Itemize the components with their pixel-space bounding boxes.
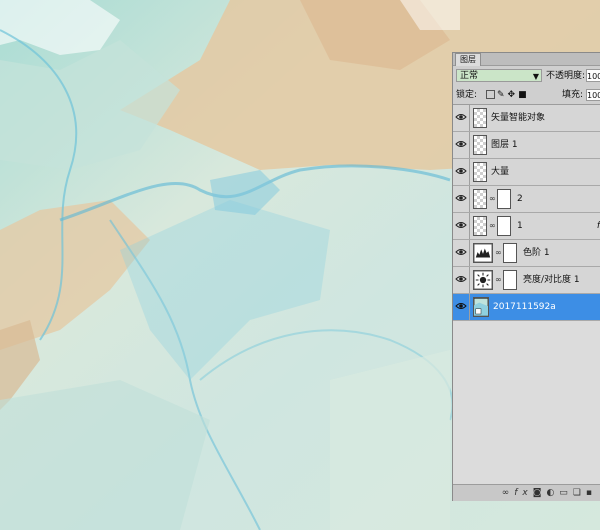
separator xyxy=(469,267,470,293)
eye-icon[interactable] xyxy=(455,138,467,150)
layer-name: 2017111592a xyxy=(493,302,556,312)
layer-name: 图层 1 xyxy=(491,140,518,150)
separator xyxy=(469,213,470,239)
layer-name: 亮度/对比度 1 xyxy=(523,275,580,285)
opacity-label: 不透明度: xyxy=(546,71,586,81)
lock-all-icon[interactable]: ■ xyxy=(518,90,530,100)
mask-thumbnail xyxy=(503,243,517,263)
folder-icon[interactable]: ▭ xyxy=(559,488,573,498)
layer-row[interactable]: ∞ 色阶 1 xyxy=(453,240,600,267)
mask-thumbnail xyxy=(497,216,511,236)
lock-paint-icon[interactable]: ✎ xyxy=(497,90,508,100)
separator xyxy=(469,240,470,266)
chain-link-icon[interactable]: ∞ xyxy=(489,194,496,203)
dropdown-arrow-icon: ▼ xyxy=(532,72,539,81)
layer-thumbnail xyxy=(473,135,487,155)
layers-panel: 图层 正常 ▼ 不透明度: 100% 锁定: ✎✥■ 填充: 100% 矢量智能… xyxy=(452,52,600,501)
smart-object-thumbnail xyxy=(473,108,487,128)
mask-thumbnail xyxy=(503,270,517,290)
blend-mode-value: 正常 xyxy=(460,71,479,81)
tab-layers[interactable]: 图层 xyxy=(455,53,481,66)
eye-icon[interactable] xyxy=(455,300,467,312)
layer-thumbnail xyxy=(473,189,487,209)
opacity-input[interactable]: 100% xyxy=(586,69,600,82)
new-layer-icon[interactable]: ❏ xyxy=(573,488,586,498)
fx-icon[interactable]: fx xyxy=(514,488,533,498)
eye-icon[interactable] xyxy=(455,192,467,204)
blend-mode-select[interactable]: 正常 ▼ xyxy=(456,69,542,82)
layer-row[interactable]: ∞ 亮度/对比度 1 xyxy=(453,267,600,294)
eye-icon[interactable] xyxy=(455,246,467,258)
separator xyxy=(469,132,470,158)
image-thumbnail xyxy=(473,297,489,317)
eye-icon[interactable] xyxy=(455,273,467,285)
layer-thumbnail xyxy=(473,162,487,182)
chain-link-icon[interactable]: ∞ xyxy=(495,248,502,257)
layer-row[interactable]: 大量 xyxy=(453,159,600,186)
separator xyxy=(469,294,470,320)
adjustment-icon[interactable]: ◐ xyxy=(546,488,559,498)
eye-icon[interactable] xyxy=(455,165,467,177)
layer-name: 1 xyxy=(517,221,523,231)
levels-adjustment-icon xyxy=(473,243,493,263)
layer-row[interactable]: 图层 1 xyxy=(453,132,600,159)
panel-tabbar: 图层 xyxy=(453,53,600,66)
layer-row[interactable]: 矢量智能对象 xyxy=(453,105,600,132)
trash-icon[interactable]: ▪ xyxy=(586,488,597,498)
separator xyxy=(469,105,470,131)
mask-icon[interactable]: ◙ xyxy=(533,488,547,498)
separator xyxy=(469,159,470,185)
link-icon[interactable]: ∞ xyxy=(502,488,515,498)
eye-icon[interactable] xyxy=(455,219,467,231)
fill-label: 填充: xyxy=(562,90,584,100)
layer-name: 大量 xyxy=(491,167,510,177)
lock-transparency-icon[interactable] xyxy=(486,90,495,99)
layers-list: 矢量智能对象 图层 1 大量 ∞ 2 ∞ 1 f ∞ 色阶 1 ∞ 亮度/对比度… xyxy=(453,104,600,485)
panel-footer: ∞fx◙◐▭❏▪ xyxy=(453,484,600,501)
mask-thumbnail xyxy=(497,189,511,209)
chain-link-icon[interactable]: ∞ xyxy=(489,221,496,230)
lock-label: 锁定: xyxy=(456,90,478,100)
layer-thumbnail xyxy=(473,216,487,236)
layer-row-selected[interactable]: 2017111592a xyxy=(453,294,600,321)
separator xyxy=(469,186,470,212)
layer-row[interactable]: ∞ 2 xyxy=(453,186,600,213)
fill-input[interactable]: 100% xyxy=(586,89,600,101)
lock-position-icon[interactable]: ✥ xyxy=(508,90,519,100)
layer-name: 矢量智能对象 xyxy=(491,113,546,123)
brightness-contrast-icon xyxy=(473,270,493,290)
eye-icon[interactable] xyxy=(455,111,467,123)
chain-link-icon[interactable]: ∞ xyxy=(495,275,502,284)
layer-name: 2 xyxy=(517,194,523,204)
layer-row[interactable]: ∞ 1 f xyxy=(453,213,600,240)
layer-name: 色阶 1 xyxy=(523,248,550,258)
